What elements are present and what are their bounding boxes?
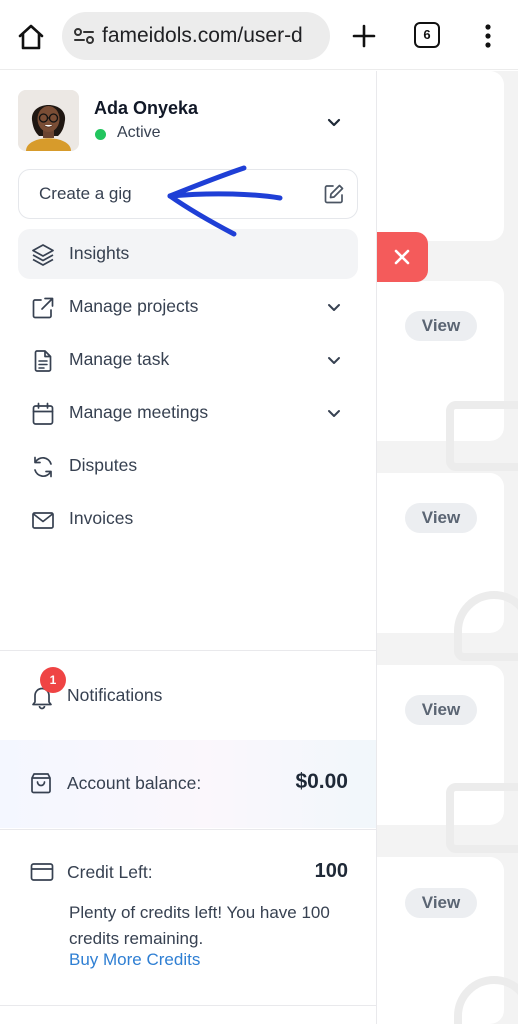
refresh-icon [30, 454, 56, 480]
nav-item-insights[interactable]: Insights [18, 229, 358, 279]
background-card [376, 71, 504, 241]
mail-icon [30, 507, 56, 533]
create-gig-button[interactable]: Create a gig [18, 169, 358, 219]
nav-item-label: Disputes [69, 455, 138, 475]
user-status: Active [117, 124, 161, 141]
user-name: Ada Onyeka [94, 98, 199, 118]
calendar-icon [30, 401, 56, 427]
site-settings-icon[interactable] [72, 24, 96, 48]
nav-item-manage-meetings[interactable]: Manage meetings [18, 388, 358, 438]
credit-summary: Credit Left: 100 Plenty of credits left!… [0, 829, 376, 1004]
view-button[interactable]: View [405, 888, 477, 918]
view-button[interactable]: View [405, 311, 477, 341]
nav-item-label: Insights [69, 243, 130, 263]
new-tab-icon[interactable] [348, 20, 380, 52]
divider [0, 1005, 376, 1006]
avatar [18, 90, 79, 151]
account-balance-label: Account balance: [67, 773, 202, 793]
nav-item-invoices[interactable]: Invoices [18, 494, 358, 544]
nav-item-label: Manage projects [69, 296, 199, 316]
background-page: View View View View [376, 71, 518, 1024]
credit-left-label: Credit Left: [67, 862, 153, 882]
credit-message: Plenty of credits left! You have 100 cre… [69, 903, 330, 948]
credit-card-icon [29, 859, 55, 885]
nav-item-label: Manage meetings [69, 402, 209, 422]
chevron-down-icon[interactable] [323, 402, 345, 424]
home-icon[interactable] [14, 20, 48, 54]
background-decoration [446, 401, 518, 471]
view-button[interactable]: View [405, 503, 477, 533]
layers-icon [30, 242, 56, 268]
account-balance-value: $0.00 [295, 770, 348, 793]
status-indicator [95, 129, 106, 140]
more-menu-icon[interactable] [476, 20, 500, 52]
chevron-down-icon[interactable] [323, 349, 345, 371]
shopping-bag-icon [29, 771, 53, 795]
background-decoration [446, 783, 518, 853]
nav-item-disputes[interactable]: Disputes [18, 441, 358, 491]
nav-item-label: Invoices [69, 508, 134, 528]
notifications-label: Notifications [67, 685, 163, 705]
document-icon [30, 348, 56, 374]
tab-switcher-button[interactable]: 6 [414, 22, 440, 48]
nav-item-manage-task[interactable]: Manage task [18, 335, 358, 385]
edit-icon [323, 183, 345, 205]
account-balance: Account balance: $0.00 [0, 740, 376, 828]
chevron-down-icon[interactable] [322, 110, 346, 134]
buy-more-credits-link[interactable]: Buy More Credits [69, 950, 200, 970]
external-link-icon [30, 295, 56, 321]
nav-item-label: Manage task [69, 349, 170, 369]
browser-toolbar: fameidols.com/user-d 6 [0, 0, 518, 70]
create-gig-label: Create a gig [39, 184, 132, 203]
view-button[interactable]: View [405, 695, 477, 725]
nav-item-manage-projects[interactable]: Manage projects [18, 282, 358, 332]
close-sidebar-button[interactable] [376, 232, 428, 282]
url-text[interactable]: fameidols.com/user-d [102, 24, 303, 48]
user-profile[interactable]: Ada Onyeka Active [18, 90, 358, 152]
notification-badge: 1 [40, 667, 66, 693]
credit-left-value: 100 [314, 860, 348, 882]
chevron-down-icon[interactable] [323, 296, 345, 318]
address-bar[interactable]: fameidols.com/user-d [62, 12, 330, 60]
notifications-item[interactable]: 1 Notifications [0, 651, 376, 739]
